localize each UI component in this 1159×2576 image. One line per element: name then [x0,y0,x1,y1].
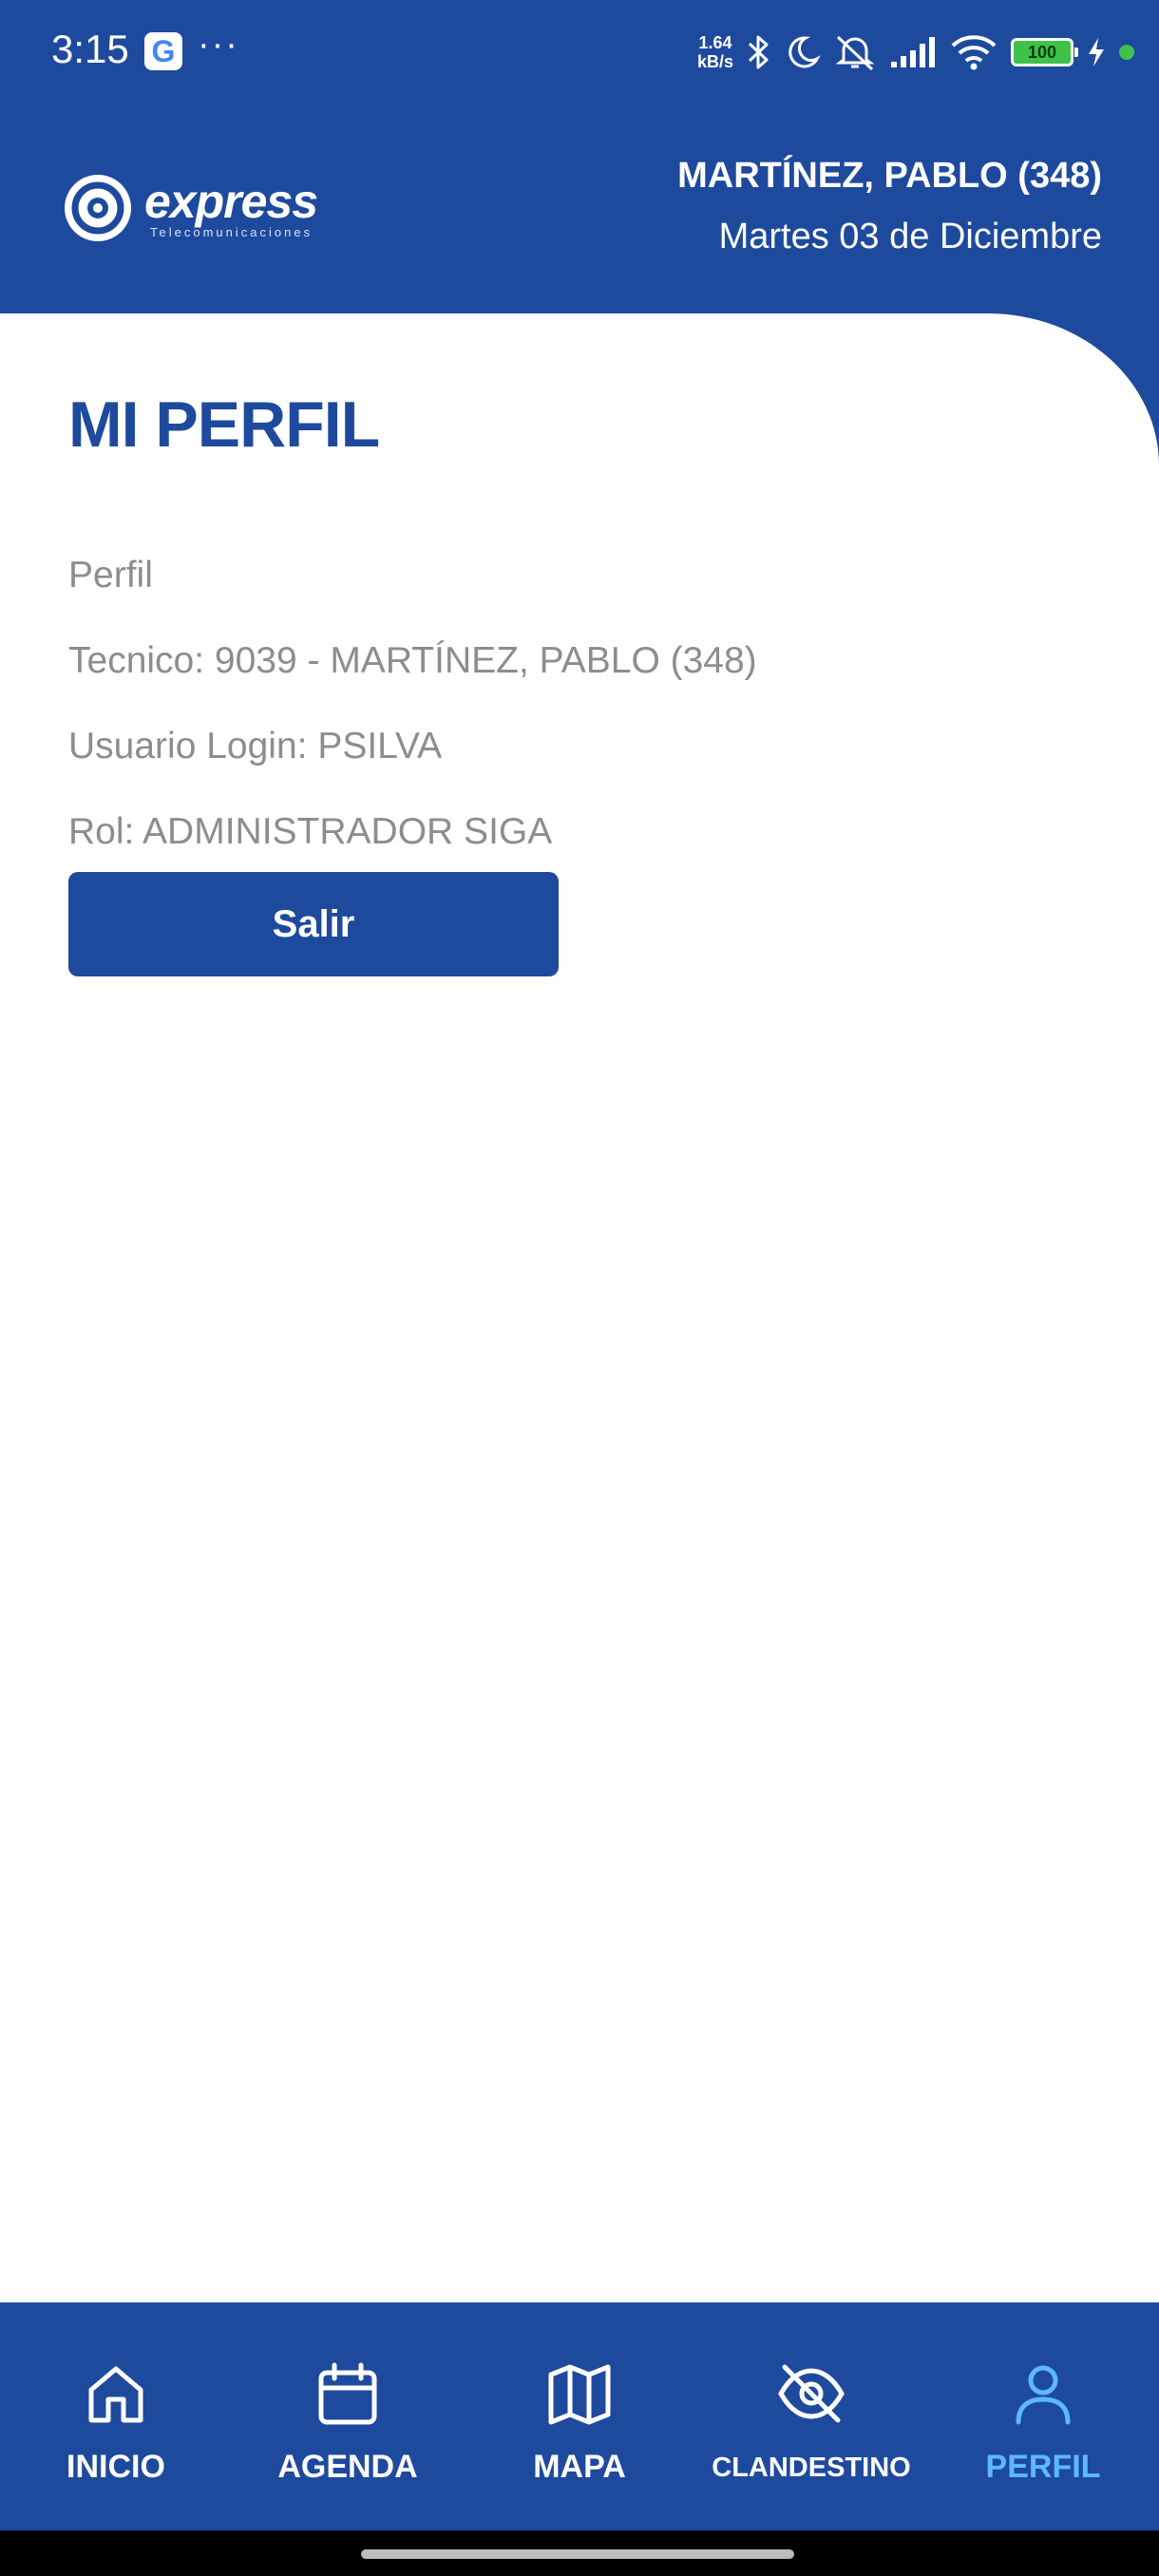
nav-label-agenda: AGENDA [277,2449,418,2485]
bottom-navigation: INICIO AGENDA MAPA CLANDESTINO PERFIL [0,2302,1159,2530]
more-notifications-icon: ··· [198,25,239,65]
privacy-indicator-dot [1119,45,1134,60]
header-date: Martes 03 de Diciembre [718,217,1102,256]
wifi-icon [950,33,998,71]
rol-info: Rol: ADMINISTRADOR SIGA [68,811,553,852]
header-curve-decoration [988,313,1159,465]
charging-icon [1087,36,1106,68]
tecnico-info: Tecnico: 9039 - MARTÍNEZ, PABLO (348) [68,640,757,681]
nav-label-mapa: MAPA [533,2449,626,2485]
status-icons: 1.64 kB/s 100 [697,28,1134,76]
page-title: MI PERFIL [68,388,380,461]
bluetooth-icon [747,33,771,71]
header-user-name: MARTÍNEZ, PABLO (348) [677,156,1102,196]
nav-item-mapa[interactable]: MAPA [464,2302,695,2530]
signal-icon [889,35,937,69]
user-icon [1016,2365,1071,2425]
nav-item-perfil[interactable]: PERFIL [927,2302,1159,2530]
mute-icon [834,33,876,71]
network-speed-value: 1.64 [698,33,732,52]
nav-item-clandestino[interactable]: CLANDESTINO [695,2302,927,2530]
logo-subtitle: Telecomunicaciones [150,224,314,239]
logo-word: express [144,174,318,228]
home-indicator[interactable] [361,2549,794,2559]
nav-label-inicio: INICIO [66,2449,165,2485]
status-bar: 3:15 G ··· 1.64 kB/s 100 [0,0,1159,106]
nav-item-inicio[interactable]: INICIO [0,2302,232,2530]
map-icon [548,2364,611,2425]
network-speed-unit: kB/s [696,52,733,71]
nav-label-perfil: PERFIL [985,2449,1101,2485]
express-logo: express Telecomunicaciones [63,173,318,243]
network-speed: 1.64 kB/s [697,33,733,71]
logo-mark-icon [65,175,131,241]
moon-icon [785,34,821,70]
nav-item-agenda[interactable]: AGENDA [232,2302,464,2530]
eye-off-icon [778,2364,845,2423]
app-header: express Telecomunicaciones MARTÍNEZ, PAB… [0,106,1159,313]
logout-button[interactable]: Salir [68,872,559,976]
battery-icon: 100 [1011,38,1078,66]
usuario-login-info: Usuario Login: PSILVA [68,726,443,767]
status-time: 3:15 [51,27,129,71]
profile-section-label: Perfil [68,555,153,596]
home-icon [88,2366,143,2423]
calendar-icon [318,2362,377,2425]
nav-label-clandestino: CLANDESTINO [712,2453,911,2483]
google-app-icon: G [144,32,182,70]
